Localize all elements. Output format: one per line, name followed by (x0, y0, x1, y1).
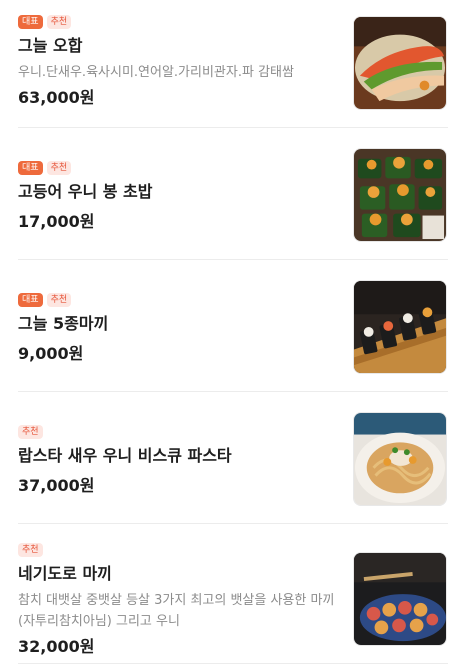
menu-item-name: 그늘 5종마끼 (18, 314, 109, 333)
badge-group: 대표 추천 (18, 14, 336, 30)
menu-item-price: 63,000원 (18, 88, 95, 107)
menu-list: 대표 추천 그늘 오합 우니.단새우.육사시미.연어알.가리비관자.파 감태쌈 … (0, 0, 466, 666)
menu-item-name: 네기도로 마끼 (18, 564, 112, 583)
recommended-badge: 추천 (18, 425, 43, 439)
menu-item-price: 32,000원 (18, 637, 95, 656)
menu-item[interactable]: 대표 추천 그늘 5종마끼 9,000원 (0, 260, 466, 392)
menu-item-price: 9,000원 (18, 344, 84, 363)
divider (18, 663, 448, 664)
representative-badge: 대표 (18, 161, 43, 175)
menu-item-name: 고등어 우니 봉 초밥 (18, 182, 153, 201)
mackerel-uni-sushi-photo[interactable] (353, 148, 447, 242)
bisque-pasta-photo[interactable] (353, 412, 447, 506)
menu-item[interactable]: 대표 추천 그늘 오합 우니.단새우.육사시미.연어알.가리비관자.파 감태쌈 … (0, 0, 466, 128)
menu-item[interactable]: 대표 추천 고등어 우니 봉 초밥 17,000원 (0, 128, 466, 260)
menu-item-description: 우니.단새우.육사시미.연어알.가리비관자.파 감태쌈 (18, 65, 294, 80)
recommended-badge: 추천 (46, 293, 72, 307)
representative-badge: 대표 (18, 293, 43, 307)
representative-badge: 대표 (18, 15, 43, 29)
menu-item[interactable]: 추천 네기도로 마끼 참치 대뱃살 중뱃살 등살 3가지 최고의 뱃살을 사용한… (0, 524, 466, 666)
menu-item-name: 그늘 오합 (18, 36, 83, 55)
sashimi-platter-photo[interactable] (353, 16, 447, 110)
recommended-badge: 추천 (18, 543, 43, 557)
badge-group: 대표 추천 (18, 292, 336, 308)
maki-rolls-photo[interactable] (353, 280, 447, 374)
badge-group: 추천 (18, 424, 336, 440)
badge-group: 대표 추천 (18, 160, 336, 176)
menu-item-price: 17,000원 (18, 212, 95, 231)
menu-item[interactable]: 추천 랍스타 새우 우니 비스큐 파스타 37,000원 (0, 392, 466, 524)
negitoro-maki-photo[interactable] (353, 552, 447, 646)
recommended-badge: 추천 (46, 161, 72, 175)
menu-item-description: 참치 대뱃살 중뱃살 등살 3가지 최고의 뱃살을 사용한 마끼(자투리참치아님… (18, 593, 335, 629)
recommended-badge: 추천 (46, 15, 72, 29)
menu-item-name: 랍스타 새우 우니 비스큐 파스타 (18, 446, 232, 465)
menu-item-price: 37,000원 (18, 476, 95, 495)
badge-group: 추천 (18, 542, 338, 558)
